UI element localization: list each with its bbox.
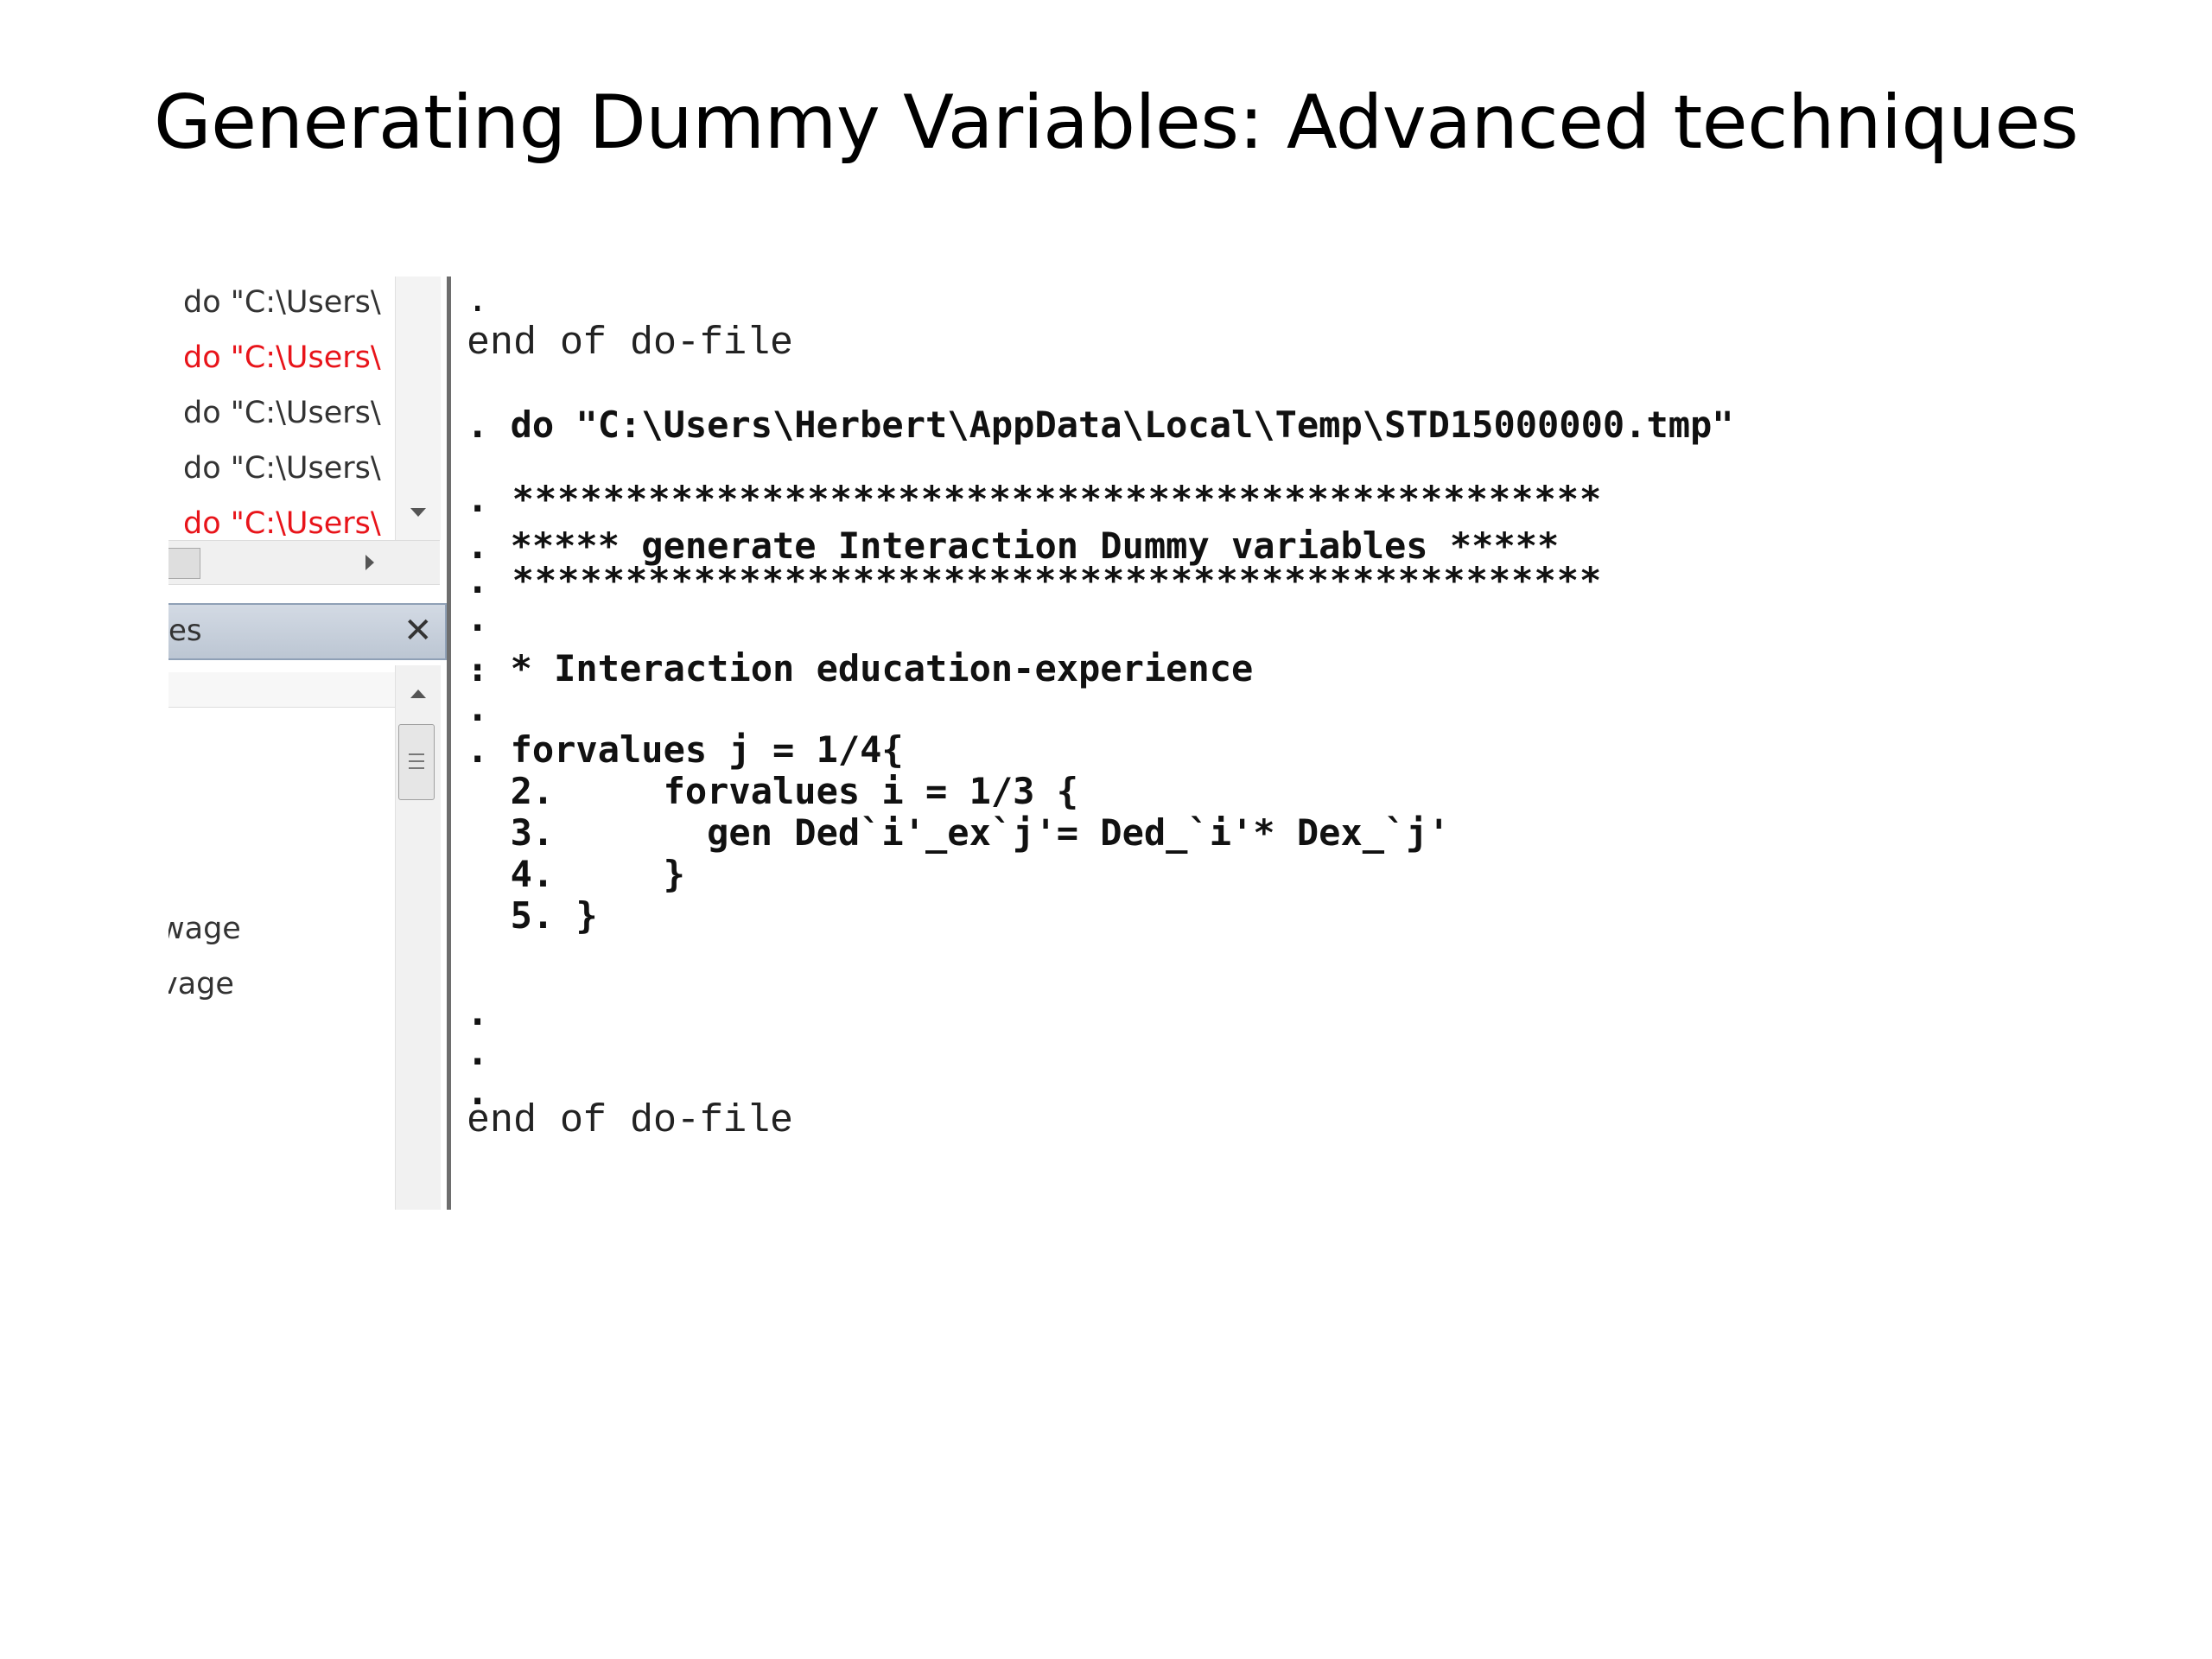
variable-item[interactable]: vage xyxy=(168,967,234,1001)
stata-screenshot: do "C:\Users\ do "C:\Users\ do "C:\Users… xyxy=(168,276,1866,1210)
results-line: . xyxy=(467,277,489,320)
review-horizontal-scrollbar[interactable] xyxy=(168,540,440,585)
results-line: 4. } xyxy=(467,853,685,895)
variables-filter-bar[interactable] xyxy=(168,672,395,708)
results-line: . xyxy=(467,991,489,1033)
scroll-up-arrow-icon[interactable] xyxy=(410,690,426,698)
results-line: . xyxy=(467,687,489,729)
variable-item[interactable]: wage xyxy=(168,912,241,946)
variables-panel-header: es ✕ xyxy=(168,603,447,660)
close-icon[interactable]: ✕ xyxy=(404,608,433,653)
horizontal-scroll-thumb[interactable] xyxy=(168,548,200,579)
variables-panel-title: es xyxy=(168,613,202,648)
grip-line xyxy=(409,753,424,755)
results-line: 2. forvalues i = 1/3 { xyxy=(467,770,1079,812)
results-line: . forvalues j = 1/4{ xyxy=(467,728,904,771)
review-item[interactable]: do "C:\Users\ xyxy=(183,451,381,486)
review-item-error[interactable]: do "C:\Users\ xyxy=(183,506,381,540)
vertical-scroll-thumb[interactable] xyxy=(398,724,435,800)
results-line: . **************************************… xyxy=(467,478,1603,520)
review-item[interactable]: do "C:\Users\ xyxy=(183,396,381,430)
results-line: end of do-file xyxy=(467,1099,794,1143)
results-line: 3. gen Ded`i'_ex`j'= Ded_`i'* Dex_`j' xyxy=(467,811,1450,854)
scroll-down-arrow-icon[interactable] xyxy=(410,508,426,517)
stata-left-panel: do "C:\Users\ do "C:\Users\ do "C:\Users… xyxy=(168,276,449,1210)
review-item[interactable]: do "C:\Users\ xyxy=(183,285,381,320)
results-line: end of do-file xyxy=(467,321,794,365)
slide-title: Generating Dummy Variables: Advanced tec… xyxy=(154,79,2079,166)
grip-line xyxy=(409,767,424,769)
results-line: . * Interaction education-experience xyxy=(467,647,1254,690)
results-line: . **************************************… xyxy=(467,559,1603,601)
results-window: . end of do-file . do "C:\Users\Herbert\… xyxy=(467,276,1862,1210)
scroll-right-arrow-icon[interactable] xyxy=(365,555,374,570)
review-vertical-scrollbar[interactable] xyxy=(395,276,441,540)
results-line: . do "C:\Users\Herbert\AppData\Local\Tem… xyxy=(467,404,1734,446)
panel-divider[interactable] xyxy=(447,276,451,1210)
grip-line xyxy=(409,760,424,762)
results-line: 5. } xyxy=(467,894,598,937)
review-list: do "C:\Users\ do "C:\Users\ do "C:\Users… xyxy=(168,276,395,540)
results-line: . xyxy=(467,1031,489,1073)
review-item-error[interactable]: do "C:\Users\ xyxy=(183,340,381,375)
results-line: . xyxy=(467,597,489,639)
